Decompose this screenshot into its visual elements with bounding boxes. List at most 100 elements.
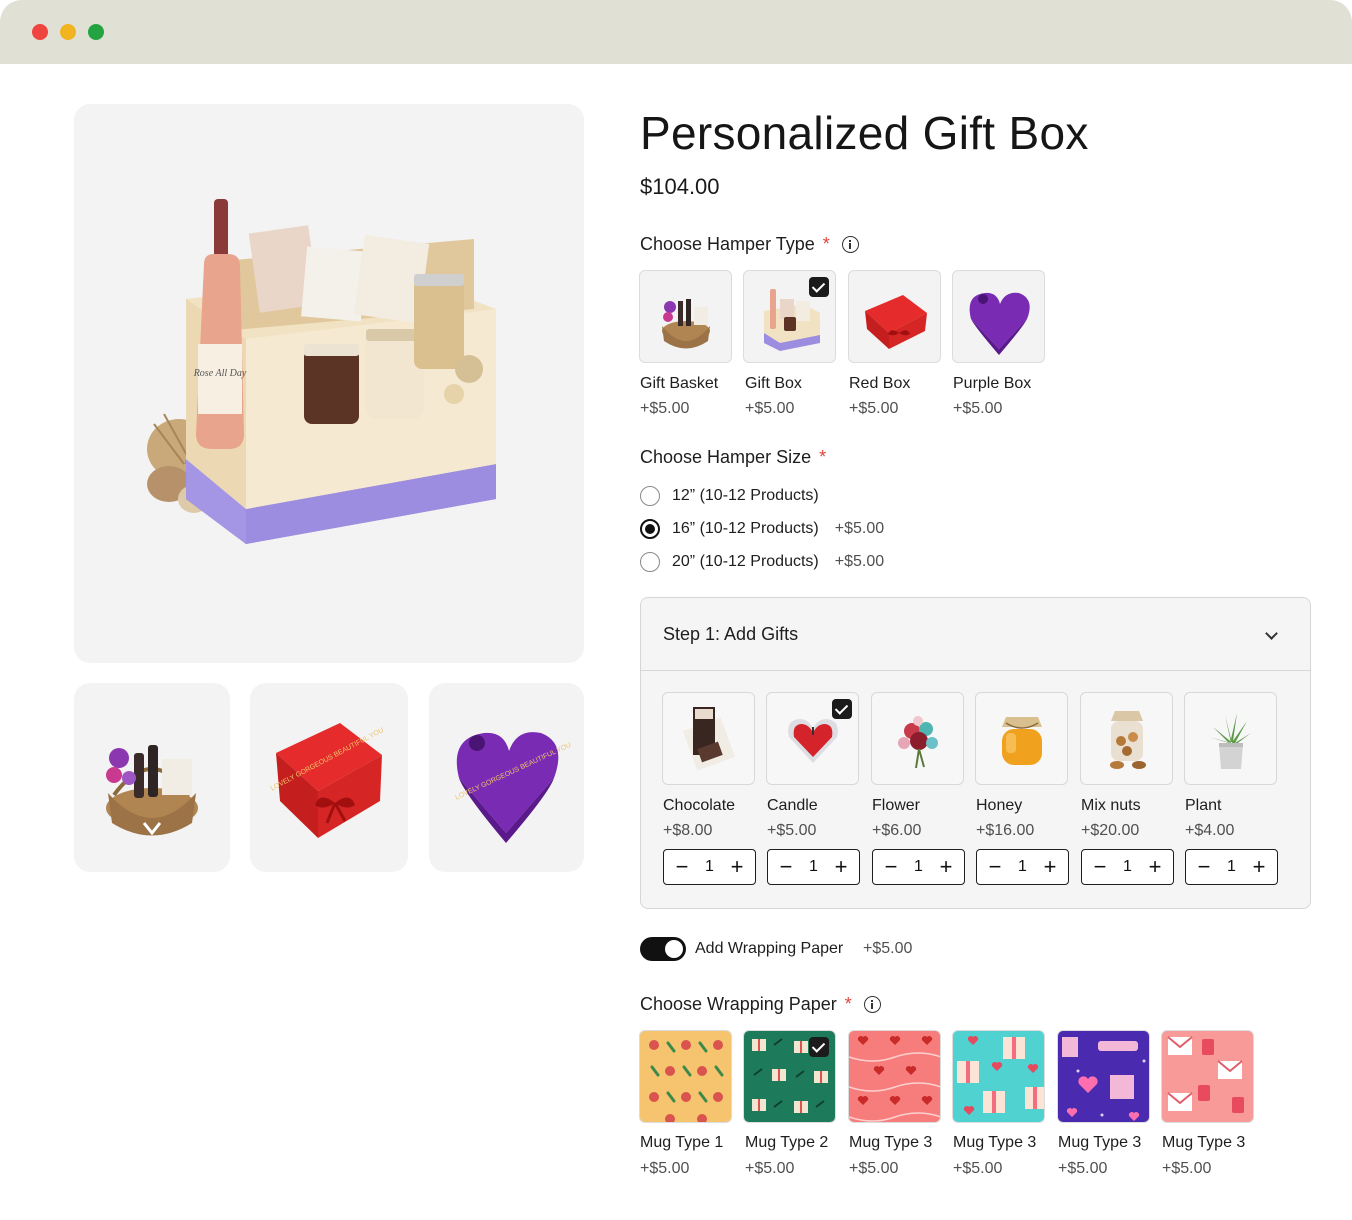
hamper-option-name: Gift Box: [745, 375, 802, 392]
wrapping-option-6[interactable]: [1161, 1030, 1254, 1123]
wrapping-option-2[interactable]: [743, 1030, 836, 1123]
size-option-16[interactable]: 16” (10-12 Products) +$5.00: [640, 518, 884, 540]
wrapping-option-name: Mug Type 1: [640, 1134, 724, 1151]
info-icon[interactable]: [863, 996, 881, 1013]
hamper-option-name: Gift Basket: [640, 375, 719, 392]
decrement-button[interactable]: −: [674, 856, 690, 878]
quantity-value: 1: [705, 858, 714, 875]
gift-flower-card[interactable]: [871, 692, 964, 785]
radio-button[interactable]: [640, 486, 660, 506]
quantity-value: 1: [1018, 858, 1027, 875]
wrapping-option-1[interactable]: [639, 1030, 732, 1123]
window-titlebar: [0, 0, 1352, 64]
decrement-button[interactable]: −: [883, 856, 899, 878]
info-icon[interactable]: [841, 236, 859, 253]
gift-candle-card[interactable]: [766, 692, 859, 785]
wrapping-option-price: +$5.00: [849, 1160, 899, 1177]
gift-honey-card[interactable]: [975, 692, 1068, 785]
quantity-value: 1: [914, 858, 923, 875]
wrapping-option-name: Mug Type 3: [1058, 1134, 1142, 1151]
thumbnail-red-box[interactable]: LOVELY GORGEOUS BEAUTIFUL YOU: [250, 683, 408, 872]
accordion-header[interactable]: Step 1: Add Gifts: [641, 598, 1310, 671]
quantity-stepper[interactable]: − 1 +: [1081, 849, 1174, 885]
decrement-button[interactable]: −: [778, 856, 794, 878]
required-asterisk: *: [819, 447, 827, 467]
increment-button[interactable]: +: [833, 856, 849, 878]
purple-heart-thumb-image: LOVELY GORGEOUS BEAUTIFUL YOU: [454, 732, 572, 843]
hamper-option-gift-box[interactable]: [743, 270, 836, 363]
wrapping-paper-heading: Choose Wrapping Paper *: [640, 994, 881, 1015]
radio-button[interactable]: [640, 552, 660, 572]
decrement-button[interactable]: −: [987, 856, 1003, 878]
selected-check-icon: [809, 277, 829, 297]
gift-plant-card[interactable]: [1184, 692, 1277, 785]
quantity-stepper[interactable]: − 1 +: [767, 849, 860, 885]
increment-button[interactable]: +: [729, 856, 745, 878]
size-option-price: +$5.00: [834, 553, 885, 570]
hamper-type-label: Choose Hamper Type: [640, 234, 815, 254]
minimize-dot-icon[interactable]: [60, 24, 76, 40]
gift-name: Mix nuts: [1081, 797, 1141, 814]
wine-label-text: Rose All Day: [193, 368, 247, 379]
add-gifts-accordion: Step 1: Add Gifts Chocolate +$8.00 − 1 +: [640, 597, 1311, 909]
thumbnail-gift-basket[interactable]: [74, 683, 230, 872]
gift-mix-nuts-card[interactable]: [1080, 692, 1173, 785]
red-box-icon: [865, 295, 927, 349]
gift-box-illustration: Rose All Day: [147, 199, 496, 544]
pattern-leaves-icon: [649, 1040, 724, 1122]
wrapping-toggle-label: Add Wrapping Paper: [695, 940, 844, 957]
flower-bouquet-icon: [898, 716, 938, 769]
gift-price: +$5.00: [767, 822, 817, 839]
gift-name: Chocolate: [663, 797, 736, 814]
decrement-button[interactable]: −: [1092, 856, 1108, 878]
accordion-title: Step 1: Add Gifts: [663, 624, 799, 644]
wrapping-option-name: Mug Type 3: [849, 1134, 933, 1151]
wrapping-option-3[interactable]: [848, 1030, 941, 1123]
selected-check-icon: [809, 1037, 829, 1057]
hamper-option-price: +$5.00: [849, 400, 899, 417]
thumbnail-purple-heart-box[interactable]: LOVELY GORGEOUS BEAUTIFUL YOU: [429, 683, 584, 872]
size-option-20[interactable]: 20” (10-12 Products) +$5.00: [640, 551, 884, 573]
close-dot-icon[interactable]: [32, 24, 48, 40]
increment-button[interactable]: +: [1147, 856, 1163, 878]
gift-price: +$8.00: [663, 822, 713, 839]
quantity-stepper[interactable]: − 1 +: [976, 849, 1069, 885]
hamper-size-label: Choose Hamper Size: [640, 447, 812, 467]
size-option-price: +$5.00: [834, 520, 885, 537]
product-hero-image[interactable]: Rose All Day: [74, 104, 584, 663]
wrapping-paper-toggle[interactable]: [640, 937, 686, 961]
quantity-stepper[interactable]: − 1 +: [1185, 849, 1278, 885]
hamper-option-red-box[interactable]: [848, 270, 941, 363]
gift-name: Plant: [1185, 797, 1222, 814]
wrapping-option-price: +$5.00: [640, 1160, 690, 1177]
wrapping-toggle-price: +$5.00: [863, 940, 913, 957]
maximize-dot-icon[interactable]: [88, 24, 104, 40]
quantity-value: 1: [1227, 858, 1236, 875]
wrapping-option-4[interactable]: [952, 1030, 1045, 1123]
wrapping-paper-label: Choose Wrapping Paper: [640, 994, 837, 1014]
wrapping-option-name: Mug Type 3: [1162, 1134, 1246, 1151]
size-option-12[interactable]: 12” (10-12 Products): [640, 485, 819, 507]
hamper-option-name: Purple Box: [953, 375, 1032, 392]
gift-basket-thumb-image: [106, 745, 198, 836]
pattern-envelopes-icon: [1167, 1036, 1244, 1113]
increment-button[interactable]: +: [938, 856, 954, 878]
hamper-option-gift-basket[interactable]: [639, 270, 732, 363]
gift-chocolate-card[interactable]: [662, 692, 755, 785]
hamper-size-heading: Choose Hamper Size *: [640, 447, 826, 468]
toggle-knob: [665, 940, 683, 958]
radio-button-selected[interactable]: [640, 519, 660, 539]
increment-button[interactable]: +: [1251, 856, 1267, 878]
wrapping-option-5[interactable]: [1057, 1030, 1150, 1123]
quantity-stepper[interactable]: − 1 +: [872, 849, 965, 885]
quantity-stepper[interactable]: − 1 +: [663, 849, 756, 885]
gift-price: +$4.00: [1185, 822, 1235, 839]
size-option-label: 20” (10-12 Products): [672, 553, 819, 570]
hamper-option-purple-box[interactable]: [952, 270, 1045, 363]
hamper-option-price: +$5.00: [953, 400, 1003, 417]
gift-name: Flower: [872, 797, 921, 814]
increment-button[interactable]: +: [1042, 856, 1058, 878]
chevron-down-icon[interactable]: [1265, 627, 1278, 640]
plant-pot-icon: [1209, 713, 1251, 769]
decrement-button[interactable]: −: [1196, 856, 1212, 878]
